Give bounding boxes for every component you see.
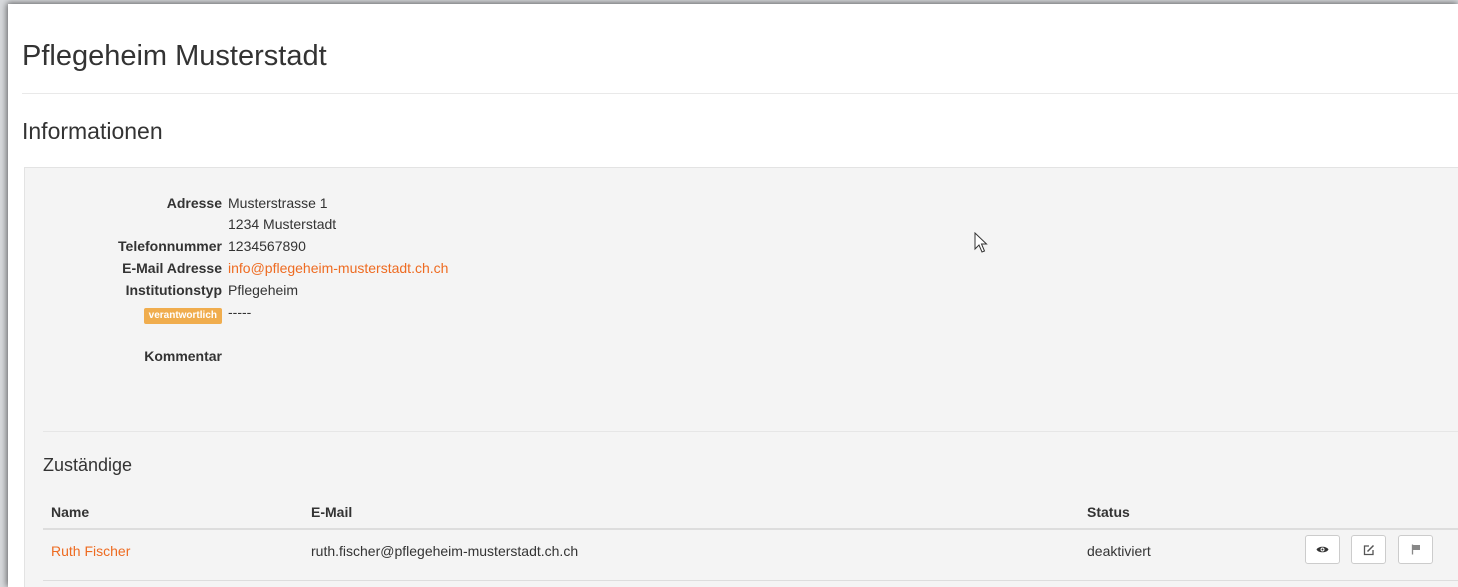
column-header-email: E-Mail (311, 504, 353, 520)
page-title: Pflegeheim Musterstadt (22, 40, 327, 72)
email-link[interactable]: info@pflegeheim-musterstadt.ch.ch (228, 258, 448, 278)
row-email: ruth.fischer@pflegeheim-musterstadt.ch.c… (311, 543, 579, 559)
edit-icon (1363, 544, 1374, 555)
row-status: deaktiviert (1087, 543, 1151, 559)
responsible-value: ----- (228, 304, 252, 320)
view-button[interactable] (1305, 535, 1340, 564)
main-window: Pflegeheim Musterstadt Informationen Adr… (8, 4, 1458, 587)
comment-label: Kommentar (144, 348, 222, 364)
flag-button[interactable] (1398, 535, 1433, 564)
table-row-divider (43, 580, 1458, 581)
phone-label: Telefonnummer (118, 238, 222, 254)
email-label: E-Mail Adresse (122, 260, 222, 276)
phone-value: 1234567890 (228, 238, 306, 254)
address-label: Adresse (166, 195, 222, 211)
responsible-badge: verantwortlich (143, 308, 222, 324)
eye-icon (1316, 546, 1329, 553)
type-label: Institutionstyp (125, 282, 222, 298)
panel-divider (43, 431, 1458, 432)
column-header-status: Status (1087, 504, 1130, 520)
address-line1: Musterstrasse 1 (228, 195, 328, 211)
responsible-badge-wrap: verantwortlich (25, 305, 222, 324)
flag-icon (1411, 544, 1420, 555)
type-value: Pflegeheim (228, 282, 299, 298)
row-name-link[interactable]: Ruth Fischer (51, 541, 130, 561)
section-title-informationen: Informationen (22, 118, 163, 144)
column-header-name: Name (51, 504, 90, 520)
table-header-divider (43, 528, 1458, 530)
edit-button[interactable] (1351, 535, 1386, 564)
address-line2: 1234 Musterstadt (228, 216, 337, 232)
info-panel: Adresse Musterstrasse 1 1234 Musterstadt… (24, 167, 1458, 587)
title-divider (22, 93, 1458, 94)
responsibles-title: Zuständige (43, 455, 133, 475)
mouse-cursor-icon (974, 232, 988, 253)
